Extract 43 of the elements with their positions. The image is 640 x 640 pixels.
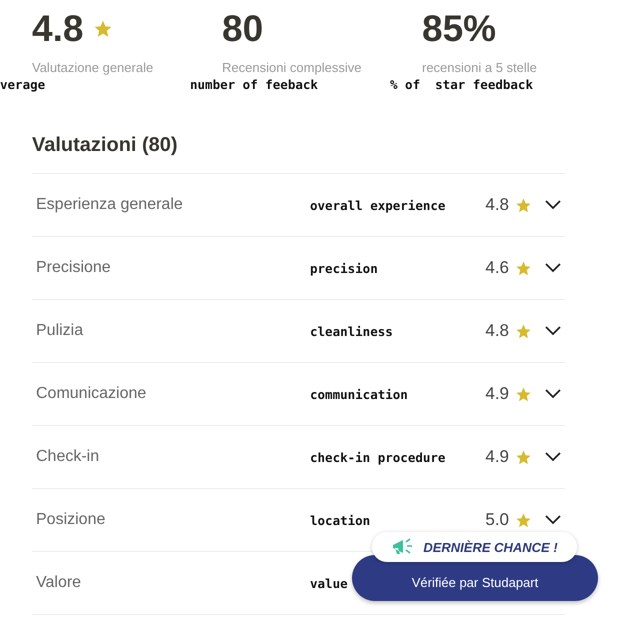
annotation-text: verage	[0, 77, 46, 92]
rating-label: Esperienza generale	[35, 196, 184, 214]
stat-value: 80	[222, 8, 264, 50]
rating-label: Pulizia	[35, 322, 84, 340]
stat-value: 85%	[422, 8, 496, 50]
chevron-icon[interactable]	[545, 200, 561, 210]
annotation-text: location	[310, 512, 370, 528]
section-heading: Valutazioni (80)	[32, 134, 565, 174]
stat-label: Recensioni complessive	[222, 60, 362, 75]
chevron-icon[interactable]	[545, 263, 561, 273]
rating-score: 4.9	[485, 447, 509, 467]
rating-label: Posizione	[35, 511, 106, 529]
chevron-icon[interactable]	[545, 326, 561, 336]
chevron-icon[interactable]	[545, 452, 561, 462]
annotation-text: precision	[310, 260, 378, 276]
star-icon	[515, 512, 532, 528]
rating-label: Precisione	[35, 259, 112, 277]
annotation-text: communication	[310, 386, 408, 402]
chevron-icon[interactable]	[545, 515, 561, 525]
rating-score: 4.9	[485, 384, 509, 404]
annotation-text: overall experience	[310, 198, 446, 212]
star-icon	[515, 386, 532, 402]
star-icon	[515, 260, 532, 276]
rating-score: 4.8	[485, 195, 509, 215]
rating-label: Check-in	[35, 448, 100, 466]
star-icon	[515, 448, 532, 466]
rating-label: Comunicazione	[35, 385, 148, 403]
annotation-text: number of feeback	[190, 77, 318, 92]
rating-score: 4.6	[485, 258, 509, 278]
annotation-text: value	[310, 576, 348, 590]
stat-value: 4.8	[32, 8, 84, 50]
star-icon	[515, 196, 532, 214]
rating-score: 5.0	[485, 510, 509, 530]
annotation-text: % of star feedback	[390, 77, 533, 92]
chevron-icon[interactable]	[545, 389, 561, 399]
annotation-text: check-in procedure	[310, 450, 446, 464]
stat-label: Valutazione generale	[32, 60, 154, 75]
annotation-text: cleanliness	[310, 324, 393, 338]
stat-label: recensioni a 5 stelle	[422, 60, 537, 75]
rating-score: 4.8	[485, 321, 509, 341]
star-icon	[515, 322, 532, 340]
badge-text: DERNIÈRE CHANCE !	[423, 540, 558, 554]
rating-label: Valore	[35, 574, 82, 592]
